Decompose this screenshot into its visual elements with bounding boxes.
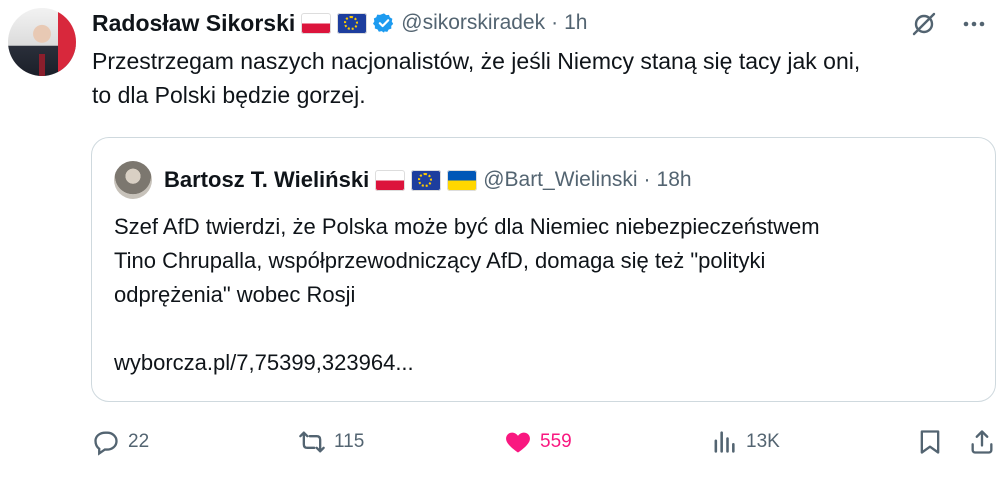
author-avatar[interactable] (8, 8, 76, 76)
share-button[interactable] (968, 420, 996, 464)
eu-flag-icon (411, 169, 442, 191)
tweet-header: Radosław Sikorski @sikorskiradek · 1h (92, 6, 587, 40)
poland-flag-icon (375, 169, 406, 191)
tweet-time[interactable]: 1h (564, 11, 587, 35)
reply-button[interactable]: 22 (92, 420, 149, 464)
tweet-top-actions (910, 10, 988, 38)
quoted-author-avatar[interactable] (114, 161, 152, 199)
author-handle[interactable]: @sikorskiradek (401, 11, 545, 35)
reply-icon (94, 431, 118, 456)
reply-count: 22 (128, 431, 150, 452)
tweet-action-bar: 22 115 559 13K (92, 420, 996, 464)
heart-filled-icon (506, 432, 530, 453)
views-count: 13K (746, 431, 780, 452)
quoted-text-line: Tino Chrupalla, współprzewodniczący AfD,… (114, 248, 766, 273)
bookmark-button[interactable] (916, 420, 944, 464)
ukraine-flag-icon (447, 169, 478, 191)
verified-badge-icon[interactable] (373, 12, 395, 34)
share-icon (971, 430, 993, 454)
quoted-tweet-header: Bartosz T. Wieliński @Bart_Wielinski · 1… (114, 160, 692, 200)
eu-flag-icon (337, 12, 368, 34)
author-name[interactable]: Radosław Sikorski (92, 10, 295, 37)
repost-button[interactable]: 115 (298, 420, 364, 464)
avatar-tie (39, 54, 45, 76)
separator-dot: · (643, 168, 651, 191)
quoted-text-line: Szef AfD twierdzi, że Polska może być dl… (114, 214, 820, 239)
like-button[interactable]: 559 (504, 420, 572, 464)
quoted-author-name[interactable]: Bartosz T. Wieliński (164, 167, 369, 193)
quoted-tweet-link[interactable]: wyborcza.pl/7,75399,323964... (114, 350, 414, 376)
views-button[interactable]: 13K (710, 420, 780, 464)
tweet-text-line: Przestrzegam naszych nacjonalistów, że j… (92, 48, 861, 74)
repost-count: 115 (334, 431, 365, 452)
repost-icon (299, 431, 325, 453)
quoted-tweet-text: Szef AfD twierdzi, że Polska może być dl… (114, 210, 974, 312)
poland-flag-icon (301, 12, 332, 34)
views-chart-icon (714, 431, 735, 453)
tweet-text: Przestrzegam naszych nacjonalistów, że j… (92, 44, 992, 112)
separator-dot: · (551, 11, 559, 34)
grok-icon[interactable] (910, 10, 938, 38)
avatar-background-flag (58, 8, 76, 76)
quoted-author-handle[interactable]: @Bart_Wielinski (483, 168, 637, 192)
quoted-text-line: odprężenia" wobec Rosji (114, 282, 356, 307)
bookmark-icon (920, 430, 940, 454)
tweet-text-line: to dla Polski będzie gorzej. (92, 82, 366, 108)
more-options-icon[interactable] (960, 10, 988, 38)
quoted-tweet-time[interactable]: 18h (657, 168, 692, 192)
like-count: 559 (540, 431, 572, 452)
quoted-tweet[interactable]: Bartosz T. Wieliński @Bart_Wielinski · 1… (91, 137, 996, 402)
